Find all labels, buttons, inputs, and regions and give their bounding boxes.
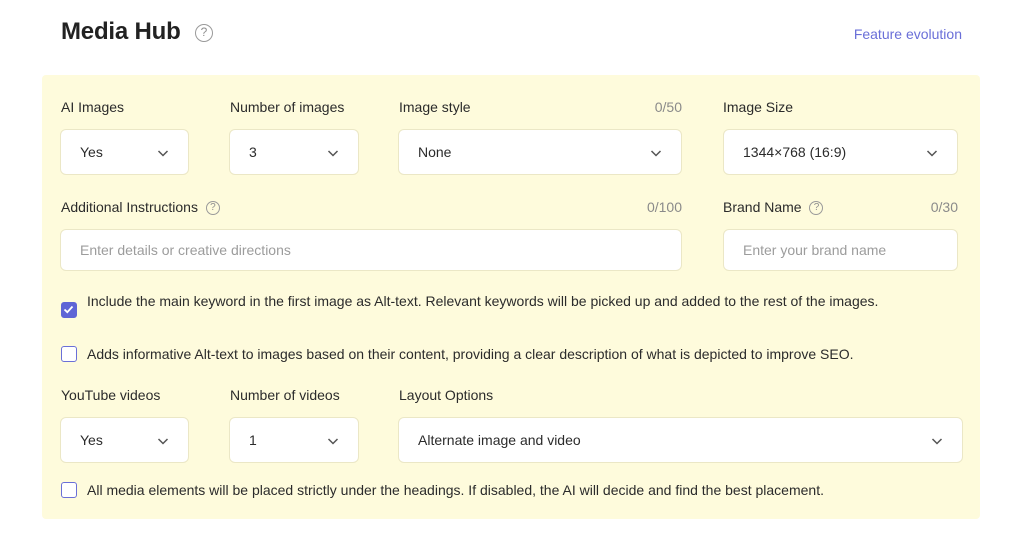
image-size-value: 1344×768 (16:9) [743,144,847,160]
placement-checkbox[interactable] [61,482,77,498]
number-of-images-select[interactable]: 3 [229,129,359,175]
ai-images-select[interactable]: Yes [60,129,189,175]
informative-alt-text-option[interactable]: Adds informative Alt-text to images base… [61,346,961,364]
ai-images-value: Yes [80,144,103,160]
chevron-down-icon [157,150,169,157]
chevron-down-icon [931,438,943,445]
number-of-videos-select[interactable]: 1 [229,417,359,463]
image-size-label: Image Size [723,99,794,115]
feature-evolution-link[interactable]: Feature evolution [854,26,962,42]
image-style-label: Image style [399,99,471,115]
additional-instructions-label: Additional Instructions ? [61,199,220,216]
help-icon[interactable]: ? [809,201,824,216]
chevron-down-icon [650,150,662,157]
youtube-videos-value: Yes [80,432,103,448]
additional-instructions-text: Additional Instructions [61,199,198,215]
layout-options-select[interactable]: Alternate image and video [398,417,963,463]
ai-images-label: AI Images [61,99,125,115]
brand-name-input[interactable] [723,229,958,271]
youtube-videos-label: YouTube videos [61,387,161,403]
additional-instructions-input[interactable] [60,229,682,271]
header: Media Hub ? Feature evolution [61,18,962,50]
informative-alt-text-checkbox[interactable] [61,346,77,362]
keyword-alt-text-label: Include the main keyword in the first im… [87,293,879,309]
layout-options-value: Alternate image and video [418,432,581,448]
additional-instructions-counter: 0/100 [646,199,682,215]
youtube-videos-select[interactable]: Yes [60,417,189,463]
brand-name-label: Brand Name ? [723,199,824,216]
help-icon[interactable]: ? [205,201,220,216]
informative-alt-text-label: Adds informative Alt-text to images base… [87,346,854,362]
number-of-images-label: Number of images [230,99,345,115]
number-of-videos-value: 1 [249,432,257,448]
placement-label: All media elements will be placed strict… [87,482,824,498]
image-size-select[interactable]: 1344×768 (16:9) [723,129,958,175]
page-title: Media Hub [61,18,181,45]
image-style-value: None [418,144,452,160]
layout-options-label: Layout Options [399,387,494,403]
chevron-down-icon [327,150,339,157]
number-of-images-value: 3 [249,144,257,160]
image-style-counter: 0/50 [654,99,682,115]
chevron-down-icon [327,438,339,445]
chevron-down-icon [926,150,938,157]
brand-name-text: Brand Name [723,199,802,215]
chevron-down-icon [157,438,169,445]
brand-name-counter: 0/30 [930,199,958,215]
image-style-select[interactable]: None [398,129,682,175]
help-icon[interactable]: ? [195,24,213,42]
keyword-alt-text-option[interactable]: Include the main keyword in the first im… [61,293,941,329]
help-glyph: ? [195,24,213,42]
placement-option[interactable]: All media elements will be placed strict… [61,482,961,500]
keyword-alt-text-checkbox[interactable] [61,302,77,318]
number-of-videos-label: Number of videos [230,387,340,403]
checkmark-icon [63,305,74,314]
